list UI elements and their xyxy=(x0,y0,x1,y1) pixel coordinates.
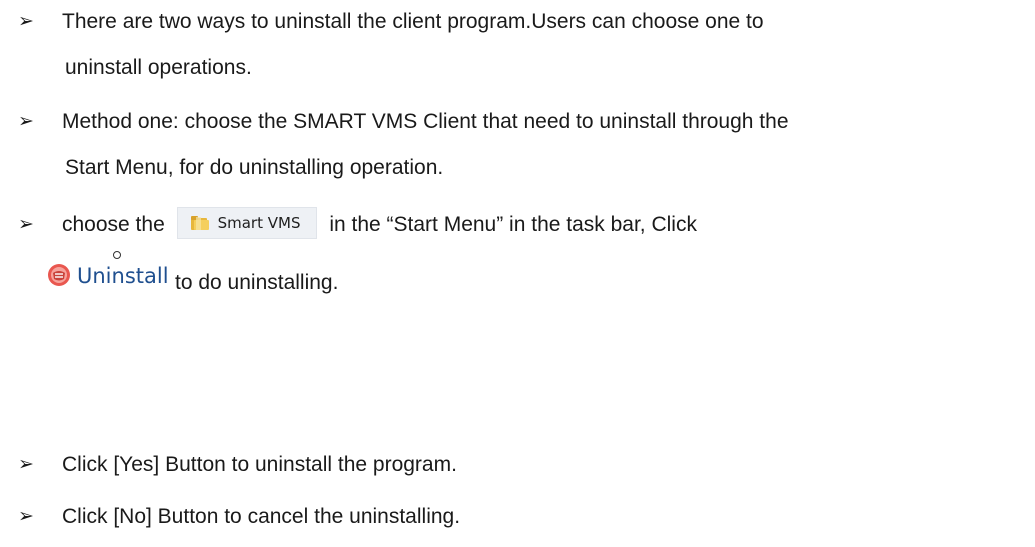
text-after-uninstall: to do uninstalling. xyxy=(175,271,339,294)
chip-label: Smart VMS xyxy=(217,214,301,232)
text-before-chip: choose the xyxy=(62,213,165,236)
bullet-arrow-icon: ➢ xyxy=(18,454,34,475)
bullet-arrow-icon: ➢ xyxy=(18,11,34,32)
paragraph-line: Start Menu, for do uninstalling operatio… xyxy=(65,156,444,179)
uninstall-line: Uninstall to do uninstalling. xyxy=(47,251,339,302)
document-page: ➢ There are two ways to uninstall the cl… xyxy=(0,0,1035,547)
uninstall-label: Uninstall xyxy=(77,264,169,288)
paragraph-line: Method one: choose the SMART VMS Client … xyxy=(62,110,789,133)
text-after-chip: in the “Start Menu” in the task bar, Cli… xyxy=(329,213,697,236)
uninstall-icon xyxy=(47,263,71,287)
mouse-cursor-ring-icon xyxy=(113,251,121,259)
paragraph-line: choose the Smart VMS in the “Start Menu”… xyxy=(62,207,697,239)
paragraph-line: uninstall operations. xyxy=(65,56,252,79)
bullet-arrow-icon: ➢ xyxy=(18,214,34,235)
smart-vms-start-menu-item[interactable]: Smart VMS xyxy=(176,207,318,239)
bullet-arrow-icon: ➢ xyxy=(18,506,34,527)
uninstall-link[interactable]: Uninstall xyxy=(47,251,169,290)
paragraph-line: Click [Yes] Button to uninstall the prog… xyxy=(62,453,457,476)
paragraph-line: Click [No] Button to cancel the uninstal… xyxy=(62,505,461,528)
bullet-arrow-icon: ➢ xyxy=(18,111,34,132)
paragraph-line: There are two ways to uninstall the clie… xyxy=(62,10,764,33)
folder-icon xyxy=(190,214,210,231)
